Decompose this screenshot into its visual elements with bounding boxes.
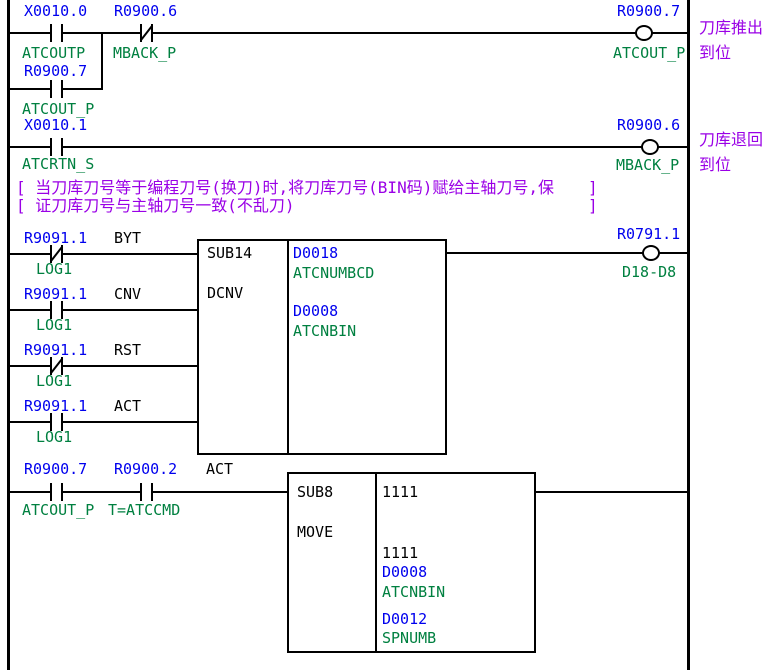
- net4-block-param2-address: D0012: [382, 611, 427, 627]
- net4-act-label: ACT: [206, 461, 233, 477]
- net2-coil-address: R0900.6: [617, 117, 680, 133]
- comment-block-line2: [ 证刀库刀号与主轴刀号一致(不乱刀): [16, 197, 295, 215]
- net1-comment-line2: 到位: [699, 44, 731, 62]
- net2-comment-line1: 刀库退回: [699, 131, 763, 149]
- net4-block-name: MOVE: [297, 524, 333, 540]
- net4-input1-symbol: ATCOUT_P: [22, 502, 94, 518]
- net3-row1-symbol: LOG1: [36, 261, 72, 277]
- net3-row4-symbol: LOG1: [36, 429, 72, 445]
- net4-block-param1-address: D0008: [382, 564, 427, 580]
- net4-input1-address: R0900.7: [24, 461, 87, 477]
- no-contact-icon[interactable]: [140, 483, 153, 501]
- no-contact-icon[interactable]: [50, 138, 63, 156]
- net3-block-sub: SUB14: [207, 245, 252, 261]
- net1-input1-address: X0010.0: [24, 3, 87, 19]
- net1-rung-line: [10, 32, 687, 34]
- net4-block-value1: 1111: [382, 484, 418, 500]
- coil-icon[interactable]: [642, 245, 660, 261]
- net2-rung-line: [10, 146, 687, 148]
- net4-output-line: [536, 491, 687, 493]
- net3-block-param1-symbol: ATCNUMBCD: [293, 265, 374, 281]
- net3-row2-symbol: LOG1: [36, 317, 72, 333]
- net3-row2-address: R9091.1: [24, 286, 87, 302]
- net3-row4-address: R9091.1: [24, 398, 87, 414]
- net3-row3-line: [10, 365, 199, 367]
- net1-coil-symbol: ATCOUT_P: [613, 45, 685, 61]
- nc-contact-icon[interactable]: [140, 24, 153, 42]
- net3-row3-symbol: LOG1: [36, 373, 72, 389]
- net3-row2-param: CNV: [114, 286, 141, 302]
- net2-coil-symbol: MBACK_P: [616, 157, 679, 173]
- coil-icon[interactable]: [641, 139, 659, 155]
- no-contact-icon[interactable]: [50, 80, 63, 98]
- net3-block-name: DCNV: [207, 285, 243, 301]
- net1-branch-vline: [101, 32, 103, 90]
- net4-input2-address: R0900.2: [114, 461, 177, 477]
- net1-input2-address: R0900.6: [114, 3, 177, 19]
- net1-coil-address: R0900.7: [617, 3, 680, 19]
- net2-input1-address: X0010.1: [24, 117, 87, 133]
- coil-icon[interactable]: [635, 25, 653, 41]
- net3-row1-line: [10, 253, 199, 255]
- net3-block-param2-symbol: ATCNBIN: [293, 323, 356, 339]
- comment-block-line1-close: ]: [588, 179, 598, 197]
- net2-comment-line2: 到位: [699, 156, 731, 174]
- net4-block-param2-symbol: SPNUMB: [382, 630, 436, 646]
- net4-input2-symbol: T=ATCCMD: [108, 502, 180, 518]
- net4-block-value2: 1111: [382, 545, 418, 561]
- net3-row1-param: BYT: [114, 230, 141, 246]
- net3-row3-address: R9091.1: [24, 342, 87, 358]
- net3-coil-symbol: D18-D8: [622, 264, 676, 280]
- net1-branch-address: R0900.7: [24, 63, 87, 79]
- net4-block-sub: SUB8: [297, 484, 333, 500]
- net2-input1-symbol: ATCRTN_S: [22, 156, 94, 172]
- net3-row2-line: [10, 309, 199, 311]
- net3-block-param2-address: D0008: [293, 303, 338, 319]
- net3-row3-param: RST: [114, 342, 141, 358]
- net4-block-param1-symbol: ATCNBIN: [382, 584, 445, 600]
- net3-row4-param: ACT: [114, 398, 141, 414]
- function-block-divider: [375, 474, 377, 651]
- ladder-diagram-canvas: X0010.0 R0900.6 R0900.7 ATCOUTP MBACK_P …: [0, 0, 774, 670]
- left-power-rail: [7, 0, 10, 670]
- no-contact-icon[interactable]: [50, 24, 63, 42]
- net3-row1-address: R9091.1: [24, 230, 87, 246]
- net1-input2-symbol: MBACK_P: [113, 45, 176, 61]
- net3-row4-line: [10, 421, 199, 423]
- comment-block-line2-close: ]: [588, 197, 598, 215]
- comment-block-line1: [ 当刀库刀号等于编程刀号(换刀)时,将刀库刀号(BIN码)赋给主轴刀号,保: [16, 179, 554, 197]
- net1-comment-line1: 刀库推出: [699, 19, 763, 37]
- net3-coil-address: R0791.1: [617, 226, 680, 242]
- net1-branch-symbol: ATCOUT_P: [22, 101, 94, 117]
- no-contact-icon[interactable]: [50, 483, 63, 501]
- net3-block-param1-address: D0018: [293, 245, 338, 261]
- right-power-rail: [687, 0, 690, 670]
- function-block-divider: [287, 241, 289, 453]
- net1-input1-symbol: ATCOUTP: [22, 45, 85, 61]
